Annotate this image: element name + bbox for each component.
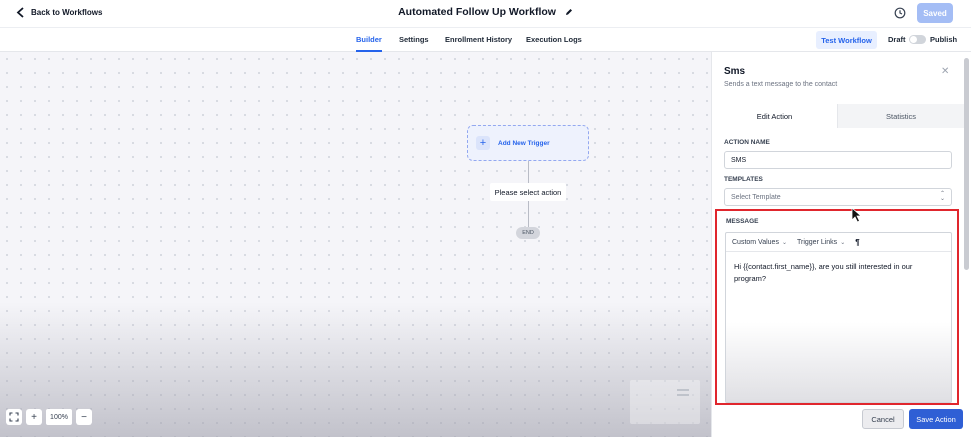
tab-enrollment-history[interactable]: Enrollment History — [445, 35, 512, 44]
tab-settings[interactable]: Settings — [399, 35, 429, 44]
panel-subtitle: Sends a text message to the contact — [724, 81, 838, 88]
workflow-title-text: Automated Follow Up Workflow — [398, 6, 556, 18]
connector-line — [528, 161, 529, 183]
templates-label: TEMPLATES — [724, 176, 763, 183]
cancel-button[interactable]: Cancel — [862, 409, 904, 429]
action-name-input[interactable]: SMS — [724, 151, 952, 169]
top-header: Back to Workflows Automated Follow Up Wo… — [0, 0, 971, 28]
panel-tabs: Edit Action Statistics — [712, 104, 964, 128]
paragraph-icon[interactable]: ¶ — [855, 238, 859, 247]
minimap-mark — [677, 394, 689, 396]
connector-line — [528, 201, 529, 227]
trigger-links-dropdown[interactable]: Trigger Links ⌄ — [797, 239, 845, 246]
plus-icon: + — [476, 136, 490, 150]
fit-view-icon[interactable] — [6, 409, 22, 425]
workflow-tab-bar: Builder Settings Enrollment History Exec… — [0, 28, 971, 52]
zoom-controls: + 100% − — [6, 409, 92, 425]
panel-title: Sms — [724, 66, 746, 77]
chevron-down-icon: ⌄ — [840, 239, 846, 246]
close-icon[interactable]: ✕ — [941, 66, 949, 77]
trigger-links-label: Trigger Links — [796, 238, 838, 246]
add-trigger-label: Add New Trigger — [498, 139, 550, 147]
select-action-node[interactable]: Please select action — [490, 183, 566, 201]
test-workflow-button[interactable]: Test Workflow — [816, 31, 877, 49]
end-node: END — [516, 227, 540, 239]
draft-label: Draft — [888, 35, 906, 44]
chevron-down-icon: ⌄ — [781, 239, 787, 246]
saved-button[interactable]: Saved — [917, 3, 953, 23]
workflow-title: Automated Follow Up Workflow — [0, 6, 971, 19]
workflow-canvas[interactable]: + Add New Trigger Please select action E… — [0, 52, 711, 437]
panel-footer: Cancel Save Action — [712, 405, 964, 437]
message-editor[interactable]: Custom Values ⌄ Trigger Links ⌄ ¶ Hi {{c… — [725, 232, 952, 403]
chevron-updown-icon: ⌃ ⌄ — [939, 191, 945, 202]
editor-toolbar: Custom Values ⌄ Trigger Links ⌄ ¶ — [726, 233, 951, 252]
template-select[interactable]: Select Template ⌃ ⌄ — [724, 188, 952, 206]
message-label: MESSAGE — [726, 218, 759, 225]
tab-builder[interactable]: Builder — [356, 35, 382, 44]
message-section-highlight: MESSAGE Custom Values ⌄ Trigger Links ⌄ … — [715, 209, 959, 405]
mouse-pointer-icon — [851, 207, 862, 223]
message-textarea[interactable]: Hi {{contact.first_name}}, are you still… — [726, 252, 951, 294]
zoom-in-button[interactable]: + — [26, 409, 42, 425]
custom-values-dropdown[interactable]: Custom Values ⌄ — [732, 239, 787, 246]
tab-edit-action[interactable]: Edit Action — [712, 104, 838, 128]
action-name-label: ACTION NAME — [724, 139, 770, 146]
zoom-level: 100% — [46, 409, 72, 425]
history-clock-icon[interactable] — [894, 7, 906, 19]
save-action-button[interactable]: Save Action — [909, 409, 963, 429]
tab-execution-logs[interactable]: Execution Logs — [526, 35, 582, 44]
zoom-out-button[interactable]: − — [76, 409, 92, 425]
pencil-icon[interactable] — [565, 7, 573, 19]
toggle-knob — [910, 36, 917, 43]
tab-statistics[interactable]: Statistics — [838, 104, 964, 128]
template-select-placeholder: Select Template — [731, 193, 781, 201]
action-side-panel: Sms Sends a text message to the contact … — [711, 52, 971, 437]
panel-scrollbar[interactable] — [964, 58, 969, 270]
editor-shadow — [726, 322, 951, 402]
custom-values-label: Custom Values — [732, 238, 779, 246]
minimap-mark — [677, 389, 689, 391]
minimap[interactable] — [630, 380, 700, 424]
add-trigger-node[interactable]: + Add New Trigger — [467, 125, 589, 161]
publish-toggle[interactable] — [909, 35, 926, 44]
canvas-shadow — [0, 302, 711, 437]
publish-label: Publish — [930, 35, 958, 44]
